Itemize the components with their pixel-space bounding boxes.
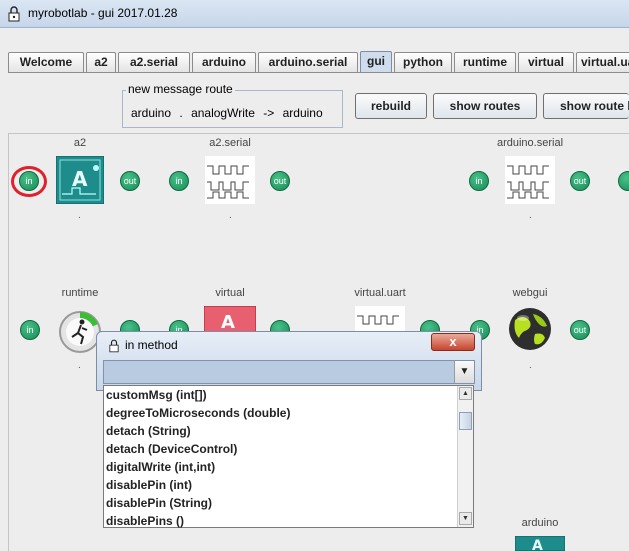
method-list-scrollbar[interactable]: ▲ ▼ [457, 386, 473, 527]
selection-highlight [11, 166, 47, 197]
dialog-title: in method [125, 338, 178, 352]
tab-welcome[interactable]: Welcome [8, 52, 84, 72]
webgui-out-port[interactable]: out [570, 320, 590, 340]
serial-signal-icon[interactable] [355, 306, 405, 332]
tab-virtual[interactable]: virtual [518, 52, 574, 72]
partial-port[interactable] [618, 171, 629, 191]
tab-a2-serial[interactable]: a2.serial [118, 52, 190, 72]
runtime-in-port[interactable]: in [20, 320, 40, 340]
route-source: arduino [131, 106, 172, 120]
a2-out-port[interactable]: out [120, 171, 140, 191]
service-tabs: Welcome a2 a2.serial arduino arduino.ser… [8, 51, 629, 72]
arduino-board-icon[interactable]: A [515, 536, 565, 551]
arduino-serial-out-port[interactable]: out [570, 171, 590, 191]
dialog-frame: in method x ▼ [96, 331, 482, 391]
list-item[interactable]: disablePins () [106, 514, 184, 528]
list-item[interactable]: detach (DeviceControl) [106, 442, 237, 456]
tab-python[interactable]: python [394, 52, 452, 72]
runtime-status-dot: . [78, 360, 81, 371]
serial-signal-icon[interactable] [205, 156, 255, 204]
a2-serial-in-port[interactable]: in [169, 171, 189, 191]
route-target: arduino [282, 106, 323, 120]
scroll-up-icon[interactable]: ▲ [459, 387, 472, 400]
svg-text:A: A [72, 167, 88, 191]
tab-a2[interactable]: a2 [86, 52, 116, 72]
service-name-virtual: virtual [215, 287, 245, 299]
list-item[interactable]: disablePin (int) [106, 478, 192, 492]
chevron-down-icon[interactable]: ▼ [454, 361, 474, 383]
service-name-runtime: runtime [61, 287, 99, 299]
route-description: arduino . analogWrite -> arduino [131, 106, 328, 120]
close-icon: x [449, 334, 457, 349]
window-title: myrobotlab - gui 2017.01.28 [28, 6, 178, 20]
webgui-status-dot: . [529, 360, 532, 371]
arduino-serial-in-port[interactable]: in [469, 171, 489, 191]
arduino-serial-status-dot: . [529, 210, 532, 221]
list-item[interactable]: detach (String) [106, 424, 191, 438]
rebuild-button[interactable]: rebuild [355, 93, 427, 119]
list-item[interactable]: degreeToMicroseconds (double) [106, 406, 290, 420]
lock-icon [8, 6, 20, 22]
service-name-webgui: webgui [512, 287, 548, 299]
tab-arduino-serial[interactable]: arduino.serial [258, 52, 358, 72]
svg-text:A: A [532, 538, 543, 551]
lock-icon [109, 339, 119, 353]
list-item[interactable]: customMsg (int[]) [106, 388, 207, 402]
route-method: analogWrite [191, 106, 255, 120]
a2-status-dot: . [78, 210, 81, 221]
scroll-down-icon[interactable]: ▼ [459, 512, 472, 525]
tab-arduino[interactable]: arduino [192, 52, 256, 72]
virtual-arduino-icon[interactable]: A [204, 306, 256, 332]
service-name-virtual-uart: virtual.uart [354, 287, 406, 299]
scrollbar-thumb[interactable] [459, 412, 472, 430]
route-arrow: -> [263, 106, 275, 120]
serial-signal-icon[interactable] [505, 156, 555, 204]
arduino-board-icon[interactable]: A [56, 156, 104, 204]
a2-serial-out-port[interactable]: out [270, 171, 290, 191]
method-select[interactable]: ▼ [103, 360, 475, 384]
service-name-arduino-serial: arduino.serial [496, 137, 564, 149]
service-name-arduino: arduino [521, 517, 559, 529]
list-item[interactable]: disablePin (String) [106, 496, 212, 510]
list-item[interactable]: digitalWrite (int,int) [106, 460, 215, 474]
svg-text:A: A [221, 312, 235, 332]
route-panel-legend: new message route [126, 82, 235, 96]
method-list[interactable]: customMsg (int[]) degreeToMicroseconds (… [103, 385, 474, 528]
canvas-border-top [8, 133, 629, 134]
show-routes-button[interactable]: show routes [433, 93, 537, 119]
canvas-border-left [8, 133, 9, 551]
service-name-a2-serial: a2.serial [209, 137, 251, 149]
tab-runtime[interactable]: runtime [454, 52, 516, 72]
tab-gui[interactable]: gui [360, 51, 392, 72]
tab-virtual-uart[interactable]: virtual.uar [576, 52, 629, 72]
close-button[interactable]: x [431, 333, 475, 351]
a2-serial-status-dot: . [229, 210, 232, 221]
route-separator: . [179, 106, 183, 120]
tab-divider [8, 72, 629, 73]
globe-icon[interactable] [507, 306, 553, 352]
show-route-button[interactable]: show route l [543, 93, 629, 119]
window-title-bar: myrobotlab - gui 2017.01.28 [0, 0, 629, 28]
service-name-a2: a2 [73, 137, 87, 149]
